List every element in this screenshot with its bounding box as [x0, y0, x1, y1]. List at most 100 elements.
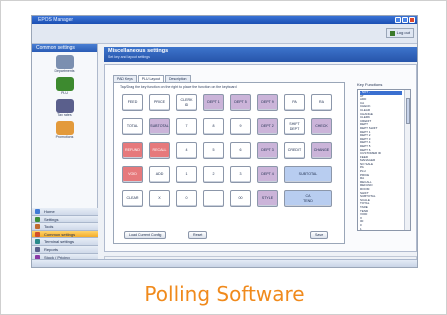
keypad-grid: FEED PRICE CLERK ID DEPT 1 DEPT 5 DEPT 9 PA RA T…	[122, 94, 332, 207]
page-subtitle: Set key and layout settings	[108, 55, 150, 59]
keypad-key[interactable]: CREDIT	[284, 142, 305, 159]
sidebar-shortcut-label: Promotions	[55, 135, 74, 139]
keypad-key[interactable]: STYLE	[257, 190, 278, 207]
sidebar-nav-item[interactable]: Common settings	[32, 230, 98, 239]
keypad-key[interactable]: DEPT 4	[257, 166, 278, 183]
keypad-key[interactable]: X	[149, 190, 170, 207]
keypad-key[interactable]	[203, 190, 224, 207]
tab[interactable]: PLU Layout	[137, 75, 164, 82]
sidebar-shortcut[interactable]: Tax rates	[32, 99, 97, 118]
key-functions-rows: - NOT - AT ADD CA CHECK CLEAR CHANGE CLERK CREDI…	[360, 91, 402, 230]
nav-item-icon	[35, 239, 40, 245]
logout-button[interactable]: Log out	[385, 28, 414, 38]
cash-register-icon	[55, 55, 74, 69]
sidebar-shortcut[interactable]: PLU	[32, 77, 97, 96]
page-title: Miscellaneous settings	[108, 48, 169, 54]
keypad-key[interactable]: PA	[284, 94, 305, 111]
keypad-key[interactable]: 6	[230, 142, 251, 159]
key-functions-list[interactable]: - NOT - AT ADD CA CHECK CLEAR CHANGE CLERK CREDI…	[357, 89, 411, 231]
close-icon[interactable]	[409, 17, 415, 23]
key-function-item[interactable]: 1	[360, 228, 402, 230]
list-scrollbar[interactable]	[404, 90, 410, 230]
keypad-key[interactable]: DEPT 3	[257, 142, 278, 159]
keypad-key[interactable]: DEPT 1	[203, 94, 224, 111]
key-functions-title: Key Functions	[357, 82, 383, 87]
keypad-key[interactable]: SHIFT DEPT	[284, 118, 305, 135]
keypad-key[interactable]: DEPT 9	[257, 94, 278, 111]
nav-item-icon	[35, 224, 40, 230]
sidebar-nav-item[interactable]: Home	[32, 208, 98, 216]
keypad-key[interactable]: RECALL	[149, 142, 170, 159]
keypad-key[interactable]: SUBTOTAL	[284, 166, 332, 183]
tab[interactable]: Description	[165, 75, 191, 82]
sidebar-nav-item[interactable]: Terminal settings	[32, 238, 98, 246]
keypad-key[interactable]: DEPT 2	[257, 118, 278, 135]
keypad-key[interactable]: 5	[203, 142, 224, 159]
sidebar-nav-item[interactable]: Reports	[32, 245, 98, 254]
nav-item-icon	[35, 209, 40, 214]
nav-item-label: Settings	[44, 216, 59, 222]
keypad-key[interactable]: VOID	[122, 166, 143, 183]
sidebar-shortcut[interactable]: Departments	[32, 55, 97, 74]
keypad-key[interactable]: FEED	[122, 94, 143, 111]
keypad-key[interactable]: 4	[176, 142, 197, 159]
keypad-key[interactable]: CHANGE	[311, 142, 332, 159]
sidebar-nav-item[interactable]: Settings	[32, 215, 98, 224]
shapes-icon	[55, 77, 74, 91]
keypad-key[interactable]: TOTAL	[122, 118, 143, 135]
keypad-key[interactable]: CHECK	[311, 118, 332, 135]
window-title: EPOS Manager	[38, 17, 74, 23]
reset-button[interactable]: Reset	[188, 231, 208, 239]
nav-item-label: Tools	[44, 224, 54, 230]
keypad-key[interactable]: 2	[203, 166, 224, 183]
keypad-key[interactable]: SUBTOTAL	[149, 118, 170, 135]
keypad-key[interactable]: 1	[176, 166, 197, 183]
keypad-key[interactable]: ADD	[149, 166, 170, 183]
sidebar: Common settings Departments PLU Tax rates P…	[32, 44, 98, 267]
sidebar-shortcut-label: PLU	[61, 91, 68, 95]
keypad-editor: Tap/Drag the key function on the right t…	[113, 82, 345, 244]
tag-icon	[55, 121, 74, 135]
keypad-key[interactable]: 7	[176, 118, 197, 135]
keypad-instruction: Tap/Drag the key function on the right t…	[120, 85, 237, 89]
main-content: Miscellaneous settings Set key and layou…	[100, 44, 417, 267]
sidebar-shortcut[interactable]: Promotions	[32, 121, 97, 140]
figure-frame: EPOS Manager Log out Common settings Dep…	[0, 0, 447, 315]
keypad-key[interactable]: RA	[311, 94, 332, 111]
nav-item-icon	[35, 246, 40, 252]
title-bar: EPOS Manager	[32, 16, 417, 24]
keypad-key[interactable]: 9	[230, 118, 251, 135]
top-toolbar: Log out	[32, 24, 417, 44]
sidebar-nav-item[interactable]: Tools	[32, 223, 98, 231]
figure-caption: Polling Software	[144, 282, 305, 306]
minimize-icon[interactable]	[395, 17, 401, 23]
load-config-button[interactable]: Load Current Config	[124, 231, 167, 239]
tab[interactable]: PAD Keys	[113, 75, 137, 82]
tab-bar: PAD Keys PLU Layout Description	[113, 75, 191, 82]
save-button[interactable]: Save	[310, 231, 329, 239]
sidebar-shortcut-label: Tax rates	[57, 113, 72, 117]
keypad-key[interactable]: 00	[230, 190, 251, 207]
key-functions-panel: Key Functions - NOT - AT ADD CA CHECK CLEAR CH…	[357, 82, 411, 244]
sidebar-icon-list: Departments PLU Tax rates Promotions	[32, 55, 97, 140]
scrollbar-thumb[interactable]	[406, 98, 410, 124]
app-screenshot: EPOS Manager Log out Common settings Dep…	[31, 15, 418, 268]
keypad-key[interactable]: CLERK ID	[176, 94, 197, 111]
keypad-key[interactable]: REFUND	[122, 142, 143, 159]
keypad-key[interactable]: 3	[230, 166, 251, 183]
nav-item-icon	[35, 231, 40, 237]
nav-item-label: Terminal settings	[44, 239, 75, 245]
keypad-key[interactable]: 8	[203, 118, 224, 135]
window-controls	[395, 17, 415, 23]
page-header: Miscellaneous settings Set key and layou…	[104, 47, 417, 62]
settings-panel: PAD Keys PLU Layout Description Tap/Drag t…	[104, 64, 417, 252]
logout-icon	[389, 30, 395, 36]
keypad-key[interactable]: 0	[176, 190, 197, 207]
keypad-key[interactable]: DEPT 5	[230, 94, 251, 111]
keypad-key[interactable]: CLEAR	[122, 190, 143, 207]
sidebar-section-title: Common settings	[32, 44, 97, 52]
keypad-key[interactable]: CA TEND	[284, 190, 332, 207]
keypad-key[interactable]: PRICE	[149, 94, 170, 111]
sidebar-shortcut-label: Departments	[54, 69, 75, 73]
maximize-icon[interactable]	[402, 17, 408, 23]
